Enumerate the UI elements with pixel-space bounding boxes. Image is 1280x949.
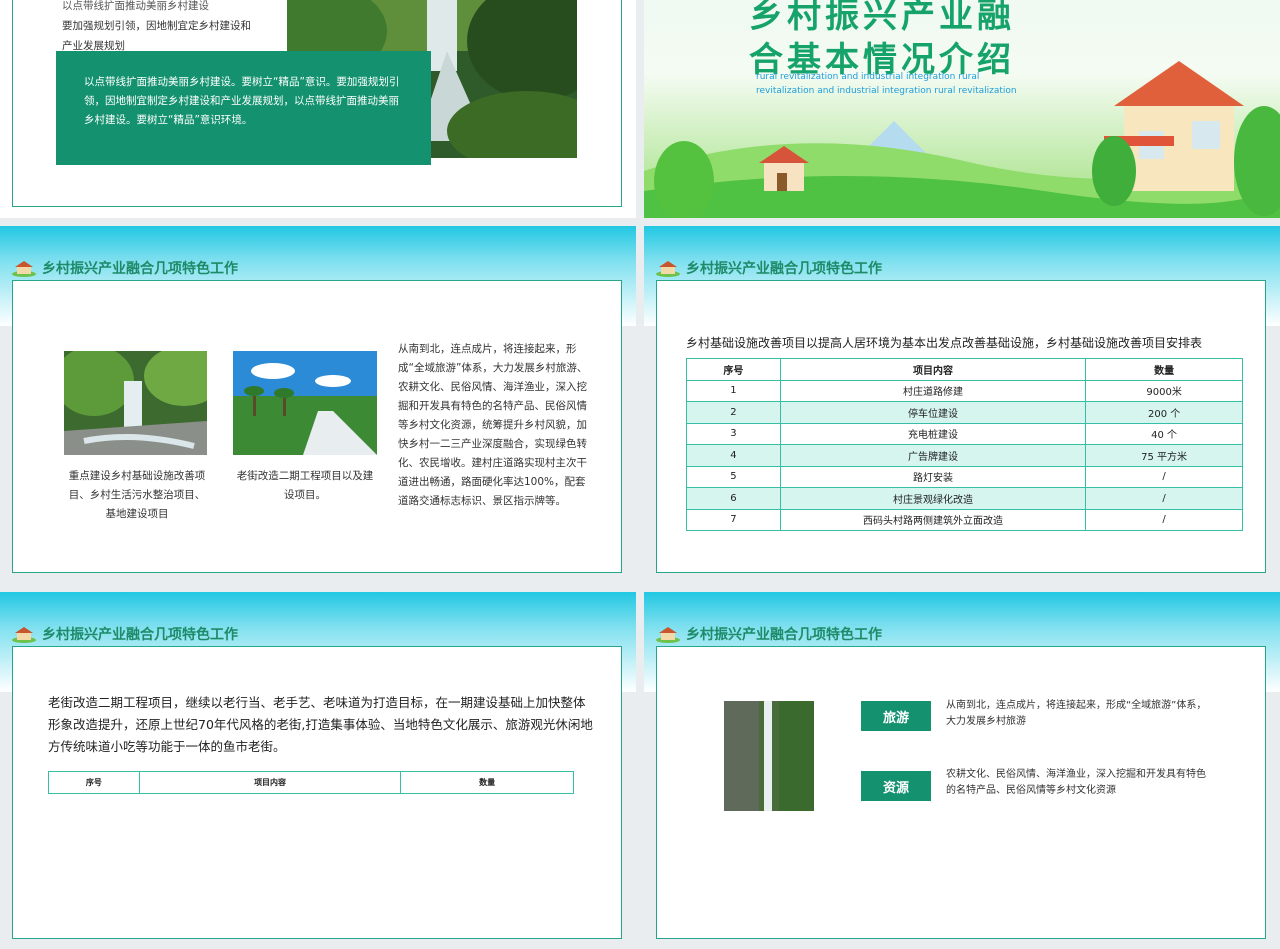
header-index: 序号 [48,771,140,794]
caption-old-street: 老街改造二期工程项目以及建设项目。 [236,470,374,501]
table-row: 7 西码头村路两侧建筑外立面改造 / [686,508,1243,531]
old-street-table: 序号 项目内容 数量 [48,771,574,794]
slide-3[interactable]: 乡村振兴产业融合几项特色工作 重点建设乡村基础设施改善项目、乡村生活污水整治项目… [0,226,636,583]
section-header-text: 乡村振兴产业融合几项特色工作 [42,627,238,643]
section-header: 乡村振兴产业融合几项特色工作 [12,258,238,278]
slide1-text-line1: 要加强规划引领，因地制宜定乡村建设和 [62,20,251,32]
slide1-text-cut: 以点带线扩面推动美丽乡村建设 [62,0,209,12]
table-row: 3 充电桩建设 40 个 [686,422,1243,445]
section-header: 乡村振兴产业融合几项特色工作 [656,624,882,644]
slide1-green-box: 以点带线扩面推动美丽乡村建设。要树立“精品”意识。要加强规划引领，因地制宜制定乡… [56,51,431,165]
header-quantity: 数量 [1085,358,1243,381]
slide2-title-line1: 乡村振兴产业融 [749,0,1015,36]
slide3-body-text: 从南到北，连点成片，将连接起来，形成“全域旅游”体系，大力发展乡村旅游、农耕文化… [398,343,588,507]
old-street-intro: 老街改造二期工程项目，继续以老行当、老手艺、老味道为打造目标，在一期建设基础上加… [48,695,593,754]
table-header-row: 序号 项目内容 数量 [686,358,1243,381]
slide-1[interactable]: 以点带线扩面推动美丽乡村建设 要加强规划引领，因地制宜定乡村建设和 产业发展规划… [0,0,636,218]
tag-tourism: 旅游 [861,701,931,731]
header-content: 项目内容 [138,771,402,794]
table-intro: 乡村基础设施改善项目以提高人居环境为基本出发点改善基础设施，乡村基础设施改善项目… [686,336,1203,350]
section-header: 乡村振兴产业融合几项特色工作 [656,258,882,278]
table-row: 4 广告牌建设 75 平方米 [686,444,1243,467]
header-index: 序号 [686,358,781,381]
house-logo-icon [12,627,36,643]
house-logo-icon [656,261,680,277]
table-row: 5 路灯安装 / [686,465,1243,488]
coastal-road-photo [233,351,377,455]
slide1-text: 以点带线扩面推动美丽乡村建设 要加强规划引领，因地制宜定乡村建设和 产业发展规划 [62,0,302,56]
house-logo-icon [656,627,680,643]
tag-resources: 资源 [861,771,931,801]
header-content: 项目内容 [779,358,1087,381]
slide-5[interactable]: 乡村振兴产业融合几项特色工作 老街改造二期工程项目，继续以老行当、老手艺、老味道… [0,592,636,949]
countryside-illustration [644,61,1280,218]
header-quantity: 数量 [400,771,574,794]
section-header-text: 乡村振兴产业融合几项特色工作 [686,627,882,643]
section-header-text: 乡村振兴产业融合几项特色工作 [686,261,882,277]
infrastructure-table: 序号 项目内容 数量 1 村庄道路修建 9000米 2 停车位建设 200 个 3 充电桩… [686,358,1243,531]
section-header: 乡村振兴产业融合几项特色工作 [12,624,238,644]
tag-resources-text: 农耕文化、民俗风情、海洋渔业，深入挖掘和开发具有特色的名特产品、民俗风情等乡村文… [946,769,1206,796]
table-row: 6 村庄景观绿化改造 / [686,487,1243,510]
table-row: 1 村庄道路修建 9000米 [686,379,1243,402]
slide-6[interactable]: 乡村振兴产业融合几项特色工作 旅游 从南到北，连点成片，将连接起来，形成“全域旅… [644,592,1280,949]
cliff-waterfall-photo [724,701,814,811]
tag-tourism-text: 从南到北，连点成片，将连接起来，形成“全域旅游”体系，大力发展乡村旅游 [946,700,1207,727]
waterfall-photo [64,351,207,455]
table-header-row: 序号 项目内容 数量 [48,771,574,794]
section-header-text: 乡村振兴产业融合几项特色工作 [42,261,238,277]
slide-2[interactable]: 乡村振兴产业融 合基本情况介绍 rural revitalization and… [644,0,1280,218]
house-logo-icon [12,261,36,277]
table-row: 2 停车位建设 200 个 [686,401,1243,424]
caption-infrastructure: 重点建设乡村基础设施改善项目、乡村生活污水整治项目、基地建设项目 [68,470,206,520]
slide-4[interactable]: 乡村振兴产业融合几项特色工作 乡村基础设施改善项目以提高人居环境为基本出发点改善… [644,226,1280,583]
